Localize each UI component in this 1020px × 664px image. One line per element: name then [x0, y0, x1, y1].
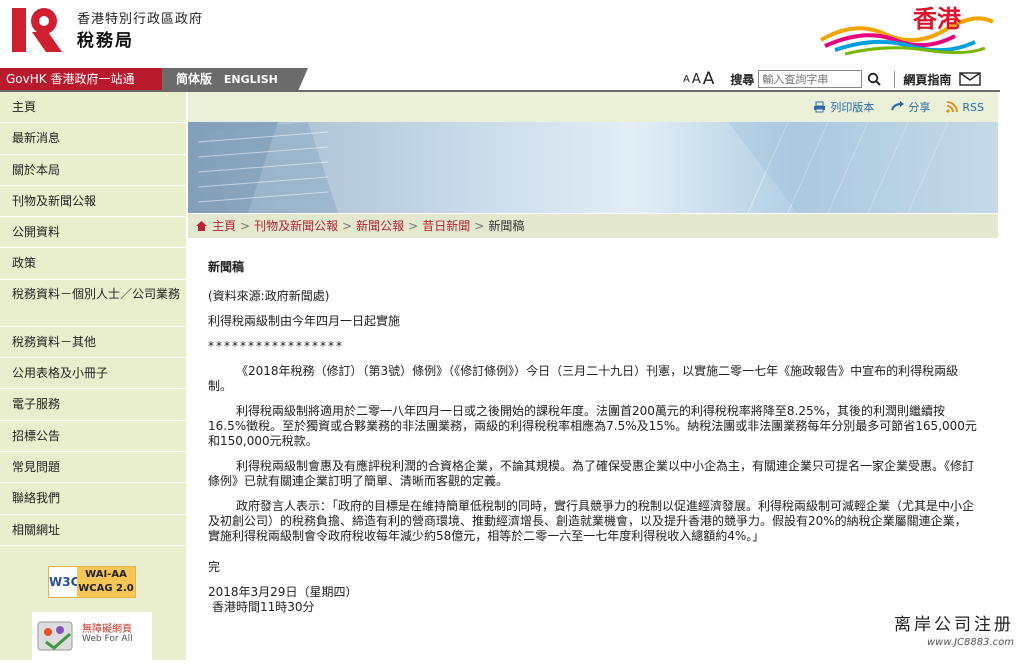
simplified-chinese-link[interactable]: 简体版 [176, 72, 212, 86]
wcag-line1: WAI-AA [77, 568, 135, 582]
search-input[interactable] [758, 70, 862, 88]
rss-button[interactable]: RSS [946, 101, 984, 114]
dept-name: 稅務局 [77, 26, 134, 51]
watermark-line2: www.JC8883.com [874, 637, 1014, 648]
utility-bar: 列印版本 分享 RSS [188, 92, 998, 122]
sidebar-item-publications[interactable]: 刊物及新聞公報 [0, 186, 186, 217]
rss-label: RSS [962, 101, 984, 114]
share-label: 分享 [908, 99, 930, 115]
sidebar-item-about[interactable]: 關於本局 [0, 155, 186, 186]
web-for-all-text-en: Web For All [82, 634, 133, 644]
printer-icon [813, 101, 826, 113]
w3c-logo: W3C [49, 567, 77, 597]
breadcrumb-archive-news[interactable]: 昔日新聞 [422, 219, 470, 233]
rss-icon [946, 101, 958, 113]
mail-icon[interactable] [959, 72, 981, 86]
ird-logo-icon[interactable] [10, 4, 70, 56]
breadcrumb-press-releases[interactable]: 新聞公報 [356, 219, 404, 233]
search-label: 搜尋 [730, 71, 754, 88]
watermark-line1: 离岸公司注册 [874, 610, 1014, 635]
article-end: 完 [208, 560, 978, 575]
sidebar-item-news[interactable]: 最新消息 [0, 123, 186, 154]
sidebar-item-public-info[interactable]: 公開資料 [0, 217, 186, 248]
govhk-link[interactable]: GovHK 香港政府一站通 [0, 68, 162, 91]
sidebar-item-home[interactable]: 主頁 [0, 92, 186, 123]
english-link[interactable]: ENGLISH [224, 73, 278, 86]
building-banner-image [188, 122, 998, 213]
sidebar-item-tax-info-other[interactable]: 稅務資料－其他 [0, 327, 186, 358]
sitemap-link[interactable]: 網頁指南 [894, 71, 951, 88]
article-paragraph-1: 《2018年稅務（修訂）（第3號）條例》（《修訂條例》）今日（三月二十九日）刊憲… [208, 364, 978, 394]
brand-hong-kong-logo: 香港 [815, 0, 995, 60]
search-button[interactable] [864, 70, 884, 88]
sidebar-item-policy[interactable]: 政策 [0, 248, 186, 279]
article-paragraph-2: 利得稅兩級制將適用於二零一八年四月一日或之後開始的課稅年度。法團首200萬元的利… [208, 404, 978, 449]
wcag-line2: WCAG 2.0 [77, 582, 135, 596]
article-paragraph-3: 利得稅兩級制會惠及有應評稅利潤的合資格企業，不論其規模。為了確保受惠企業以中小企… [208, 459, 978, 489]
article-time: 香港時間11時30分 [208, 600, 978, 615]
home-icon [196, 221, 207, 231]
print-button[interactable]: 列印版本 [813, 99, 874, 115]
sidebar-item-eservices[interactable]: 電子服務 [0, 389, 186, 420]
watermark: 离岸公司注册 www.JC8883.com [874, 610, 1014, 654]
article: 新聞稿 (資料來源:政府新聞處) 利得稅兩級制由今年四月一日起實施 ******… [188, 238, 998, 615]
breadcrumb-separator: > [474, 219, 484, 233]
share-button[interactable]: 分享 [890, 99, 930, 115]
breadcrumb-separator: > [408, 219, 418, 233]
brand-word: 香港 [913, 0, 961, 34]
sidebar-menu: 主頁 最新消息 關於本局 刊物及新聞公報 公開資料 政策 稅務資料－個別人士／公… [0, 92, 186, 660]
org-name: 香港特別行政區政府 [77, 8, 203, 27]
article-stars: ***************** [208, 339, 978, 354]
article-date: 2018年3月29日（星期四） [208, 585, 978, 600]
site-header: 香港特別行政區政府 稅務局 香港 [0, 0, 1020, 68]
breadcrumb-current: 新聞稿 [488, 219, 524, 233]
web-for-all-icon [32, 612, 80, 660]
article-paragraph-4: 政府發言人表示：「政府的目標是在維持簡單低稅制的同時，實行具競爭力的稅制以促進經… [208, 499, 978, 544]
font-size-medium-button[interactable]: A [692, 72, 701, 87]
wcag-badge[interactable]: W3C WAI-AA WCAG 2.0 [48, 566, 136, 598]
sidebar-item-tenders[interactable]: 招標公告 [0, 421, 186, 452]
font-size-large-button[interactable]: A [703, 69, 715, 89]
sidebar-item-faq[interactable]: 常見問題 [0, 452, 186, 483]
sidebar-item-contact[interactable]: 聯絡我們 [0, 483, 186, 514]
web-for-all-badge[interactable]: 無障礙網頁 Web For All [32, 612, 152, 660]
web-for-all-text-zh: 無障礙網頁 [82, 620, 132, 635]
print-label: 列印版本 [830, 99, 874, 115]
language-switch: 简体版 ENGLISH [162, 68, 298, 91]
tool-bar: A A A 搜尋 網頁指南 [683, 68, 981, 90]
breadcrumb-publications[interactable]: 刊物及新聞公報 [254, 219, 338, 233]
sidebar-item-links[interactable]: 相關網址 [0, 515, 186, 546]
brand-ribbon-icon [815, 0, 995, 60]
wcag-label: WAI-AA WCAG 2.0 [77, 567, 135, 597]
breadcrumb: 主頁 > 刊物及新聞公報 > 新聞公報 > 昔日新聞 > 新聞稿 [188, 213, 998, 238]
page-title: 新聞稿 [208, 260, 978, 275]
sidebar-item-forms[interactable]: 公用表格及小冊子 [0, 358, 186, 389]
page-banner [188, 122, 998, 213]
sidebar-item-tax-info-individual[interactable]: 稅務資料－個別人士／公司業務 [0, 280, 186, 327]
font-size-small-button[interactable]: A [683, 74, 690, 85]
article-headline: 利得稅兩級制由今年四月一日起實施 [208, 314, 978, 329]
breadcrumb-separator: > [342, 219, 352, 233]
top-nav: GovHK 香港政府一站通 简体版 ENGLISH A A A 搜尋 網頁指南 [0, 68, 1020, 92]
search-icon [867, 72, 881, 86]
share-icon [890, 101, 904, 113]
breadcrumb-separator: > [240, 219, 250, 233]
main-content-area: 列印版本 分享 RSS 主頁>刊物及新聞公報>新聞公報>昔日新聞>新 [188, 92, 998, 660]
article-source: (資料來源:政府新聞處) [208, 289, 978, 304]
breadcrumb-home[interactable]: 主頁 [212, 219, 236, 233]
